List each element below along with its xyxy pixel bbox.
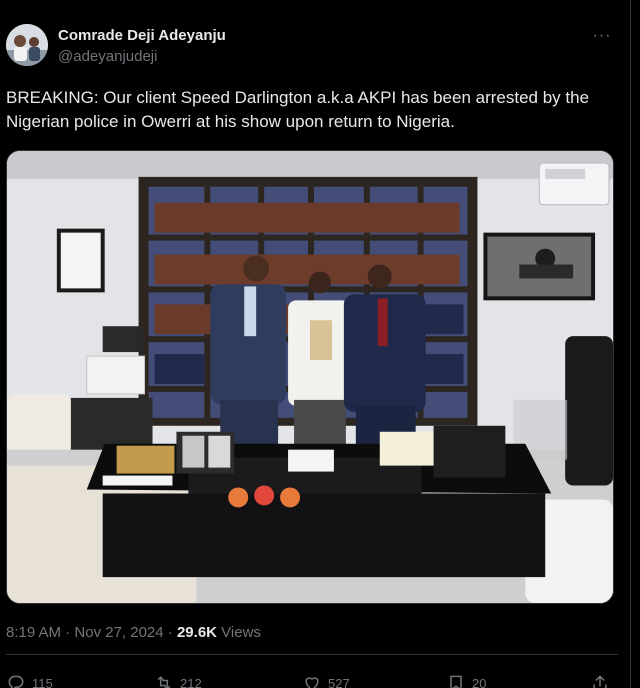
share-button[interactable]: [590, 672, 616, 688]
like-button[interactable]: 527: [302, 672, 350, 688]
repost-button[interactable]: 212: [154, 672, 202, 688]
author-display-name[interactable]: Comrade Deji Adeyanju: [58, 27, 226, 45]
repost-icon: [157, 676, 171, 688]
scrollbar-track[interactable]: [630, 0, 640, 688]
meta-separator: ·: [61, 624, 75, 641]
meta-separator: ·: [163, 624, 177, 641]
share-icon: [593, 675, 607, 688]
tweet-meta: 8:19 AM · Nov 27, 2024 · 29.6K Views: [6, 624, 261, 641]
more-icon[interactable]: ···: [592, 26, 612, 46]
reply-button[interactable]: 115: [6, 672, 53, 688]
tweet-date[interactable]: Nov 27, 2024: [74, 624, 163, 641]
author-handle[interactable]: @adeyanjudeji: [58, 47, 226, 67]
tweet-header: Comrade Deji Adeyanju @adeyanjudeji ···: [6, 22, 620, 72]
tweet-actions: 115 212 527 20: [6, 672, 618, 688]
views-count: 29.6K: [176, 624, 217, 641]
reply-icon: [8, 675, 24, 688]
bookmark-count: 20: [472, 675, 487, 688]
divider: [6, 654, 618, 655]
repost-count: 212: [180, 675, 202, 688]
tweet-text: BREAKING: Our client Speed Darlington a.…: [6, 88, 590, 131]
heart-icon: [305, 677, 319, 688]
author-names: Comrade Deji Adeyanju @adeyanjudeji: [58, 27, 226, 67]
tweet: Comrade Deji Adeyanju @adeyanjudeji ··· …: [0, 0, 630, 688]
tweet-photo[interactable]: [6, 150, 614, 604]
bookmark-icon: [450, 675, 462, 688]
tweet-page: Comrade Deji Adeyanju @adeyanjudeji ··· …: [0, 0, 640, 688]
like-count: 527: [328, 675, 350, 688]
views-label: Views: [217, 624, 261, 641]
avatar[interactable]: [6, 24, 48, 66]
tweet-time[interactable]: 8:19 AM: [6, 624, 61, 641]
reply-count: 115: [32, 675, 53, 688]
bookmark-button[interactable]: 20: [446, 672, 486, 688]
